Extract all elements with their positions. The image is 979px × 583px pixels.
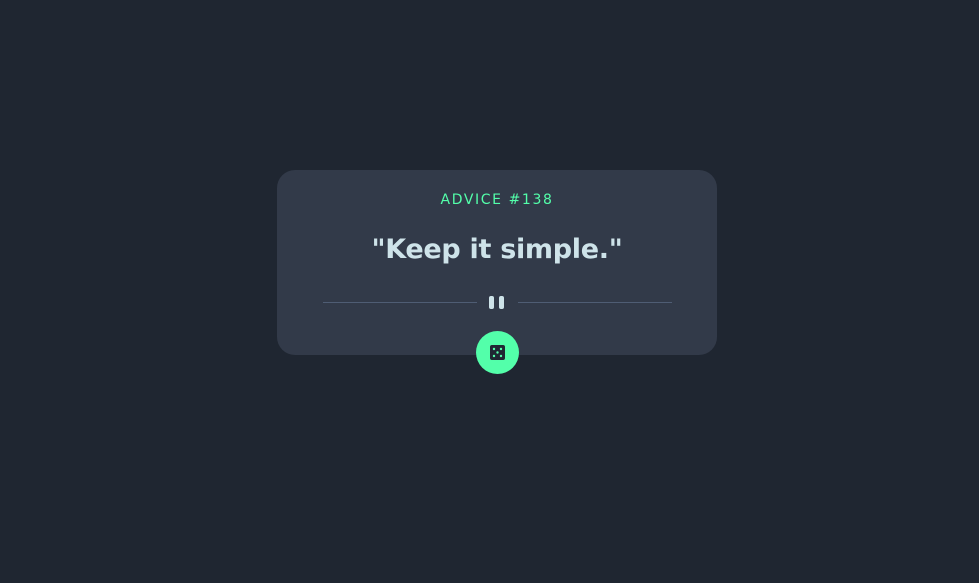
pause-icon xyxy=(488,296,506,310)
divider xyxy=(323,295,672,311)
divider-line-left xyxy=(323,302,477,303)
pause-bar-left xyxy=(489,296,494,309)
advice-card: ADVICE #138 "Keep it simple." xyxy=(277,170,717,355)
dice-icon xyxy=(490,345,505,360)
new-advice-button[interactable] xyxy=(476,331,519,374)
advice-quote: "Keep it simple." xyxy=(371,234,623,265)
divider-line-right xyxy=(518,302,672,303)
advice-id: ADVICE #138 xyxy=(440,192,554,208)
app-stage: ADVICE #138 "Keep it simple." xyxy=(0,0,979,583)
pause-bar-right xyxy=(499,296,504,309)
